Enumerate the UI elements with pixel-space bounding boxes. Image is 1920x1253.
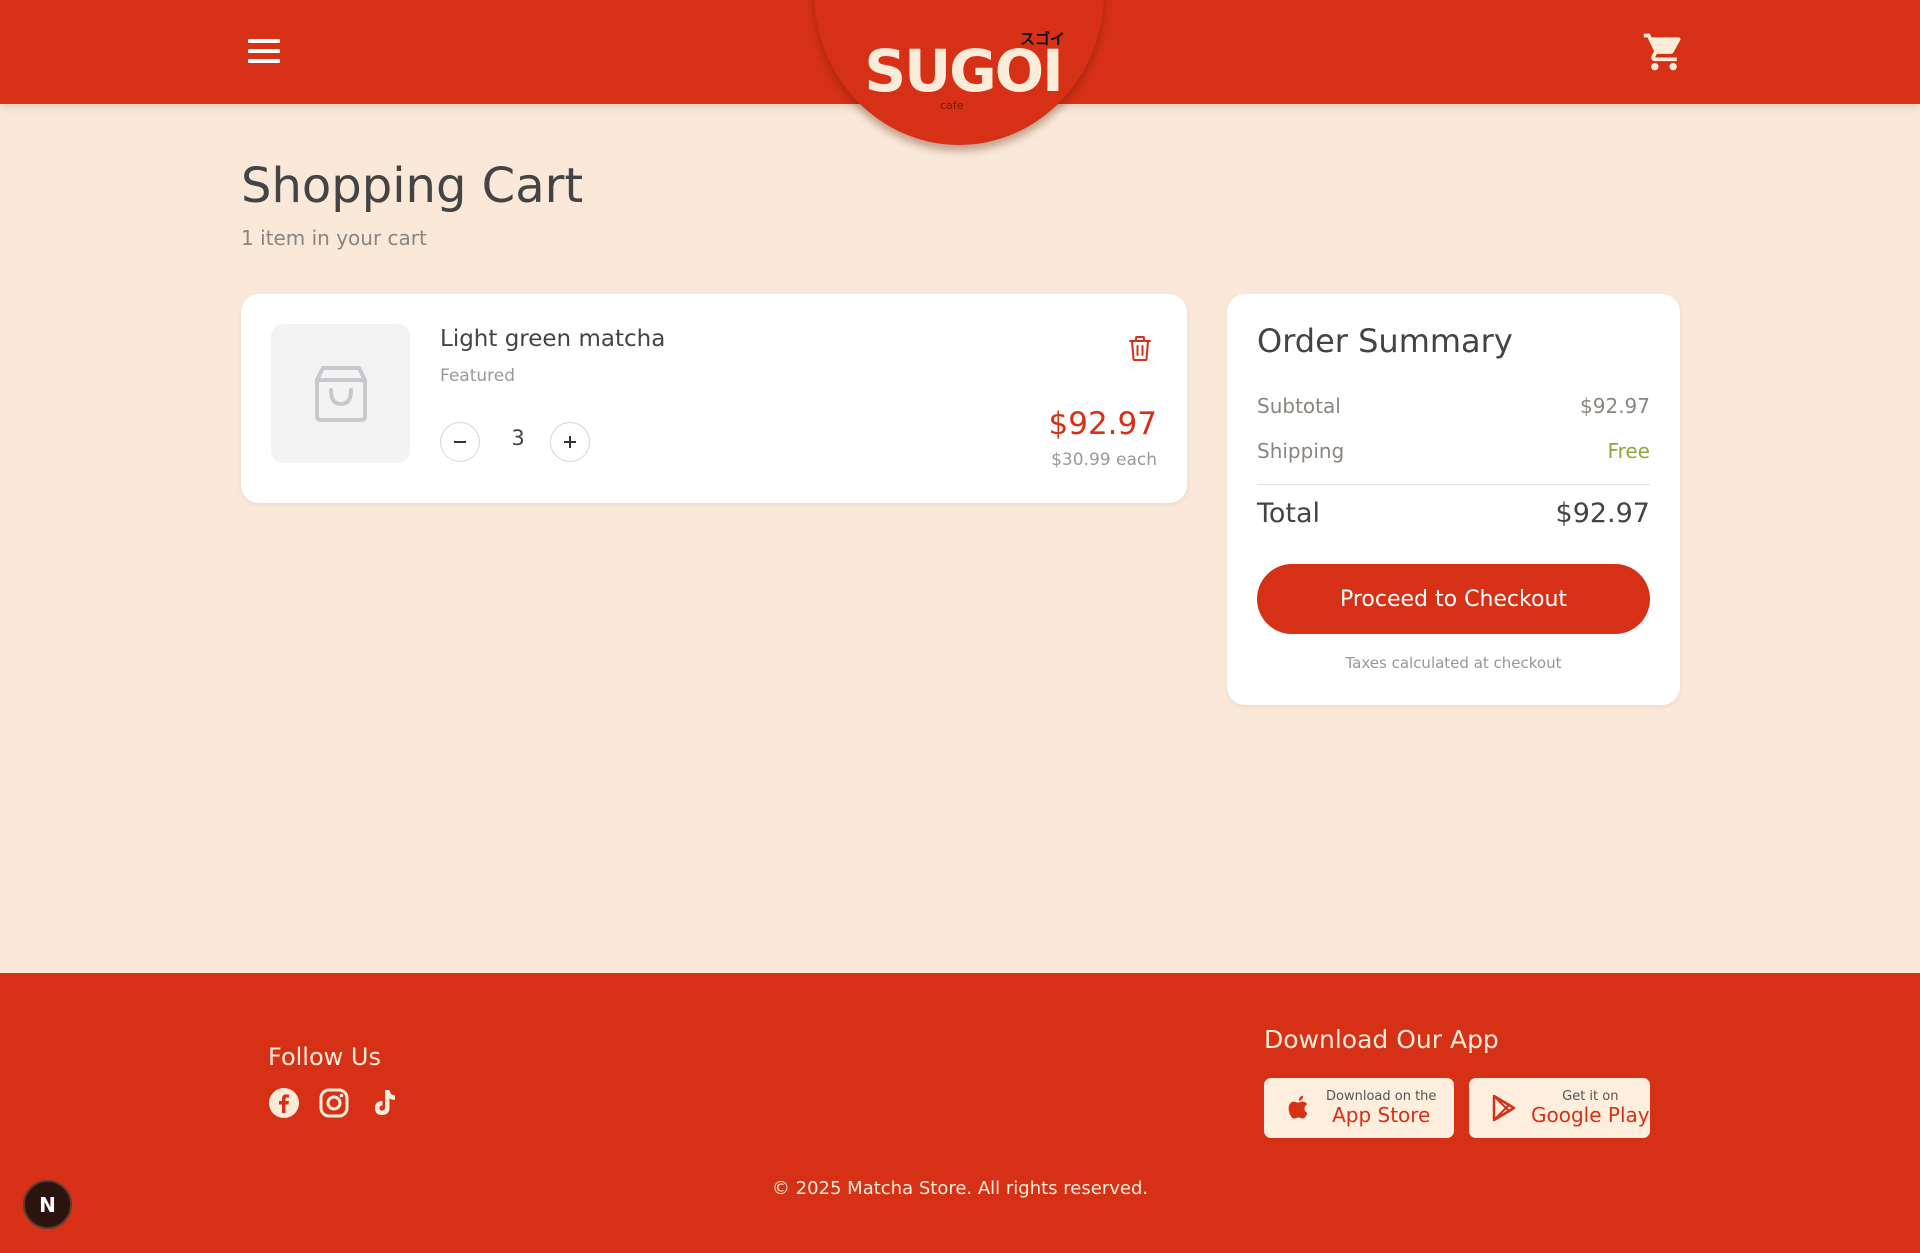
- copyright: © 2025 Matcha Store. All rights reserved…: [771, 1178, 1149, 1199]
- trash-icon[interactable]: [1127, 334, 1153, 362]
- download-app-heading: Download Our App: [1264, 1025, 1499, 1054]
- instagram-icon[interactable]: [318, 1087, 350, 1119]
- google-play-label: Google Play: [1531, 1103, 1650, 1128]
- shopping-bag-icon: [314, 365, 367, 422]
- plus-icon: [564, 436, 576, 448]
- total-row: Total $92.97: [1257, 498, 1650, 529]
- item-category: Featured: [440, 366, 516, 386]
- checkout-button[interactable]: Proceed to Checkout: [1257, 564, 1650, 634]
- google-play-icon: [1492, 1094, 1516, 1122]
- follow-us-heading: Follow Us: [268, 1043, 381, 1071]
- subtotal-value: $92.97: [1580, 394, 1650, 418]
- tax-note: Taxes calculated at checkout: [1345, 654, 1562, 672]
- subtotal-row: Subtotal $92.97: [1257, 394, 1650, 418]
- logo-subtitle: cafe: [940, 99, 964, 112]
- shipping-row: Shipping Free: [1257, 439, 1650, 463]
- summary-title: Order Summary: [1257, 322, 1513, 360]
- app-store-small-label: Download on the: [1326, 1088, 1437, 1104]
- tiktok-icon[interactable]: [368, 1087, 400, 1119]
- divider: [1257, 484, 1650, 485]
- app-store-button[interactable]: Download on the App Store: [1264, 1078, 1454, 1138]
- facebook-icon[interactable]: [268, 1087, 300, 1119]
- cart-count: 1 item in your cart: [241, 226, 427, 250]
- item-name[interactable]: Light green matcha: [440, 326, 665, 352]
- total-value: $92.97: [1555, 498, 1650, 529]
- total-label: Total: [1257, 498, 1321, 529]
- quantity-value: 3: [511, 426, 525, 450]
- item-unit-price: $30.99 each: [1051, 450, 1157, 470]
- shipping-value: Free: [1607, 439, 1650, 463]
- item-line-total: $92.97: [1048, 406, 1157, 442]
- apple-icon: [1288, 1095, 1308, 1119]
- cart-item-card: Light green matcha Featured 3 $92.97 $30…: [241, 294, 1187, 503]
- order-summary: Order Summary Subtotal $92.97 Shipping F…: [1227, 294, 1680, 705]
- minus-icon: [454, 441, 466, 443]
- subtotal-label: Subtotal: [1257, 394, 1341, 418]
- shipping-label: Shipping: [1257, 439, 1345, 463]
- app-store-label: App Store: [1332, 1103, 1431, 1128]
- increase-quantity-button[interactable]: [550, 422, 590, 462]
- product-thumbnail: [271, 324, 410, 463]
- logo-kana: スゴイ: [1020, 30, 1066, 48]
- decrease-quantity-button[interactable]: [440, 422, 480, 462]
- dev-tools-badge[interactable]: N: [23, 1180, 72, 1229]
- site-footer: Follow Us Download Our App Download on t…: [0, 973, 1920, 1253]
- google-play-small-label: Get it on: [1562, 1088, 1619, 1104]
- hamburger-menu-icon[interactable]: [244, 34, 284, 68]
- google-play-button[interactable]: Get it on Google Play: [1469, 1078, 1650, 1138]
- shopping-cart-icon[interactable]: [1642, 30, 1686, 74]
- page-title: Shopping Cart: [241, 158, 584, 214]
